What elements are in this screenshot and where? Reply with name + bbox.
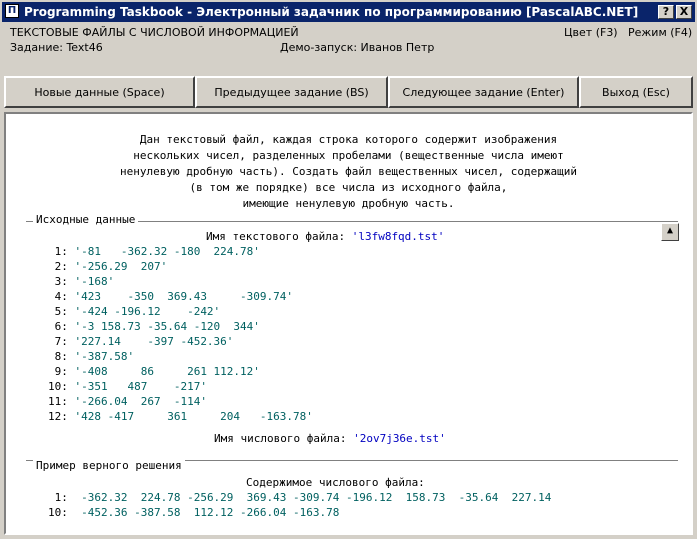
- row-number: 1:: [54, 245, 68, 258]
- list-item: 6: '-3 158.73 -35.64 -120 344': [48, 319, 260, 334]
- row-value: '428 -417 361 204 -163.78': [74, 410, 313, 423]
- row-number: 11:: [48, 395, 68, 408]
- list-item: 8: '-387.58': [48, 349, 134, 364]
- row-number: 10:: [48, 380, 68, 393]
- mode-toggle[interactable]: Режим (F4): [628, 26, 692, 39]
- problem-line: нескольких чисел, разделенных пробелами …: [133, 149, 564, 162]
- row-number: 3:: [54, 275, 68, 288]
- color-toggle[interactable]: Цвет (F3): [564, 26, 618, 39]
- task-header: ТЕКСТОВЫЕ ФАЙЛЫ С ЧИСЛОВОЙ ИНФОРМАЦИЕЙ З…: [4, 24, 694, 70]
- taskbook-window: Π Programming Taskbook - Электронный зад…: [0, 0, 697, 539]
- row-number: 12:: [48, 410, 68, 423]
- new-data-button[interactable]: Новые данные (Space): [4, 76, 195, 108]
- list-item: 9: '-408 86 261 112.12': [48, 364, 260, 379]
- demo-info: Демо-запуск: Иванов Петр: [280, 41, 435, 54]
- text-file-name: 'l3fw8fqd.tst': [351, 230, 445, 243]
- row-value: '-387.58': [74, 350, 135, 363]
- list-item: 11: '-266.04 267 -114': [48, 394, 207, 409]
- list-item: 3: '-168': [48, 274, 115, 289]
- row-value: '423 -350 369.43 -309.74': [74, 290, 294, 303]
- row-value: -362.32 224.78 -256.29 369.43 -309.74 -1…: [81, 491, 552, 504]
- close-button[interactable]: X: [676, 5, 692, 19]
- problem-line: имеющие ненулевую дробную часть.: [242, 197, 455, 210]
- exit-button[interactable]: Выход (Esc): [579, 76, 693, 108]
- scroll-up-icon[interactable]: ▲: [661, 223, 679, 241]
- list-item: 7: '227.14 -397 -452.36': [48, 334, 234, 349]
- list-item: 5: '-424 -196.12 -242': [48, 304, 221, 319]
- source-section-label: Исходные данные: [33, 213, 139, 226]
- list-item: 4: '423 -350 369.43 -309.74': [48, 289, 293, 304]
- list-item: 10: '-351 487 -217': [48, 379, 207, 394]
- row-number: 5:: [54, 305, 68, 318]
- row-number: 4:: [54, 290, 68, 303]
- task-panel: Дан текстовый файл, каждая строка которо…: [4, 112, 693, 535]
- row-value: '-408 86 261 112.12': [74, 365, 260, 378]
- list-item: 12: '428 -417 361 204 -163.78': [48, 409, 313, 424]
- list-item: 1: -362.32 224.78 -256.29 369.43 -309.74…: [48, 490, 552, 505]
- row-number: 2:: [54, 260, 68, 273]
- row-value: '-256.29 207': [74, 260, 168, 273]
- pt-icon: Π: [5, 4, 19, 18]
- group-title: ТЕКСТОВЫЕ ФАЙЛЫ С ЧИСЛОВОЙ ИНФОРМАЦИЕЙ: [10, 26, 299, 39]
- list-item: 10: -452.36 -387.58 112.12 -266.04 -163.…: [48, 505, 339, 520]
- text-file-label: Имя текстового файла:: [206, 230, 346, 243]
- text-file-line: Имя текстового файла: 'l3fw8fqd.tst': [206, 229, 444, 244]
- problem-line: (в том же порядке) все числа из исходног…: [189, 181, 508, 194]
- row-number: 6:: [54, 320, 68, 333]
- task-name: Задание: Text46: [10, 41, 103, 54]
- row-value: '-351 487 -217': [74, 380, 207, 393]
- row-value: '-81 -362.32 -180 224.78': [74, 245, 260, 258]
- row-value: '-168': [74, 275, 115, 288]
- num-file-name: '2ov7j36e.tst': [353, 432, 446, 445]
- row-value: '-266.04 267 -114': [74, 395, 207, 408]
- num-file-line: Имя числового файла: '2ov7j36e.tst': [214, 431, 446, 446]
- row-number: 10:: [48, 506, 68, 519]
- problem-statement: Дан текстовый файл, каждая строка которо…: [6, 132, 691, 212]
- prev-task-button[interactable]: Предыдущее задание (BS): [195, 76, 388, 108]
- window-title: Programming Taskbook - Электронный задач…: [24, 5, 639, 19]
- row-value: -452.36 -387.58 112.12 -266.04 -163.78: [81, 506, 340, 519]
- row-number: 1:: [54, 491, 68, 504]
- content-label: Содержимое числового файла:: [246, 476, 425, 489]
- row-value: '227.14 -397 -452.36': [74, 335, 234, 348]
- help-button[interactable]: ?: [658, 5, 674, 19]
- solution-section-label: Пример верного решения: [33, 459, 185, 472]
- problem-line: ненулевую дробную часть). Создать файл в…: [120, 165, 577, 178]
- list-item: 2: '-256.29 207': [48, 259, 168, 274]
- row-value: '-424 -196.12 -242': [74, 305, 221, 318]
- row-number: 9:: [54, 365, 68, 378]
- row-number: 8:: [54, 350, 68, 363]
- problem-line: Дан текстовый файл, каждая строка которо…: [139, 133, 558, 146]
- title-bar[interactable]: Π Programming Taskbook - Электронный зад…: [2, 2, 695, 22]
- list-item: 1: '-81 -362.32 -180 224.78': [48, 244, 260, 259]
- row-number: 7:: [54, 335, 68, 348]
- row-value: '-3 158.73 -35.64 -120 344': [74, 320, 260, 333]
- next-task-button[interactable]: Следующее задание (Enter): [388, 76, 579, 108]
- num-file-label: Имя числового файла:: [214, 432, 347, 445]
